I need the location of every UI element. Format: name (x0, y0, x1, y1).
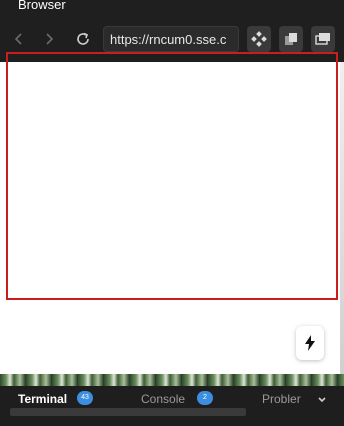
windows-icon (315, 33, 330, 45)
extension-button[interactable] (247, 26, 271, 52)
forward-button[interactable] (40, 30, 58, 48)
tab-console[interactable]: Console (141, 392, 185, 406)
tab-terminal[interactable]: Terminal (18, 392, 67, 406)
windows-button[interactable] (311, 26, 335, 52)
copy-button[interactable] (279, 26, 303, 52)
back-button[interactable] (10, 30, 28, 48)
red-outline-box (6, 52, 338, 300)
panel-tabbar: Terminal 43 Console 2 Probler (0, 386, 344, 426)
diamond-grid-icon (251, 31, 267, 47)
reload-icon (77, 32, 89, 45)
tabbar-scrollbar[interactable] (10, 408, 246, 416)
terminal-badge: 43 (77, 391, 93, 405)
copy-icon (285, 33, 297, 45)
url-input[interactable]: https://rncum0.sse.c (103, 26, 239, 52)
chevron-down-icon (318, 397, 326, 403)
chevron-right-icon (46, 33, 54, 45)
web-content (0, 52, 344, 374)
reload-button[interactable] (74, 30, 92, 48)
tab-problems[interactable]: Probler (262, 392, 301, 406)
window-title: Browser (18, 0, 66, 12)
chevron-left-icon (14, 33, 22, 45)
console-badge: 2 (197, 391, 213, 405)
collapse-button[interactable] (316, 394, 328, 406)
scrollbar-track[interactable] (340, 62, 344, 374)
lightning-icon (305, 335, 315, 351)
lightning-button[interactable] (296, 326, 324, 360)
